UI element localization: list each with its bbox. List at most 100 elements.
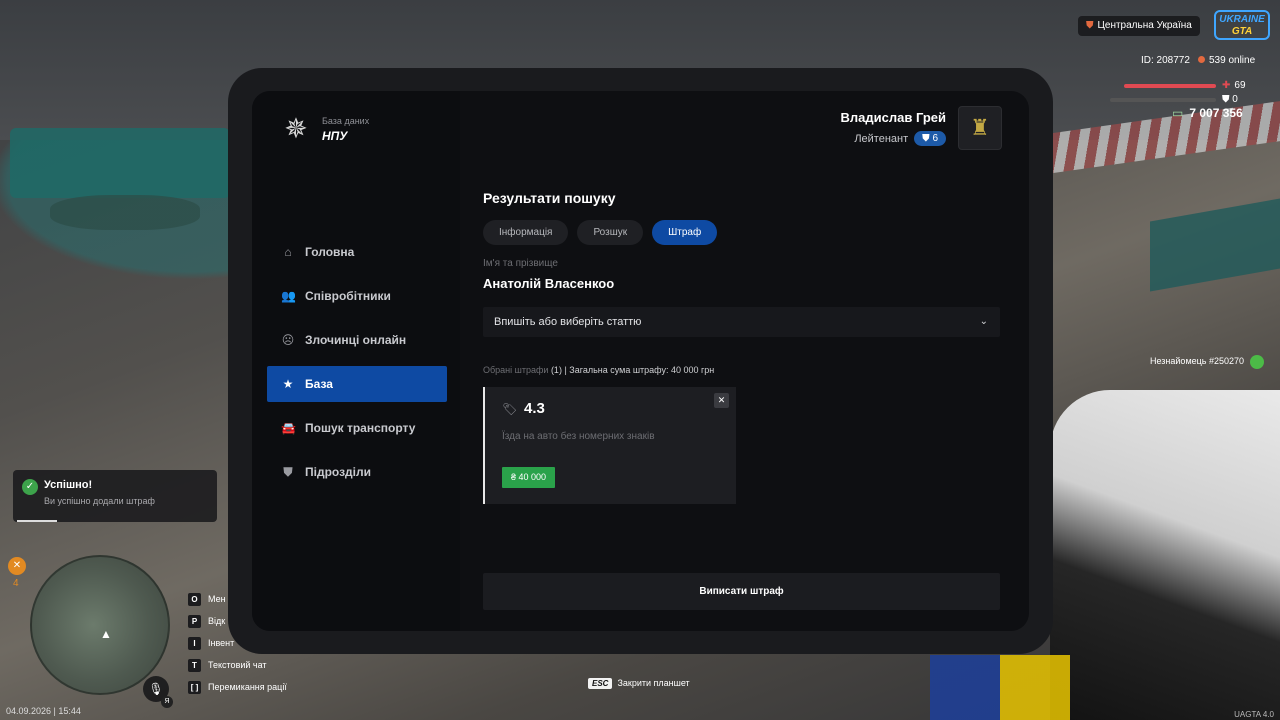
region-indicator: ⛊ Центральна Україна xyxy=(1078,16,1200,36)
people-icon: 👥 xyxy=(281,289,296,303)
sidebar-item-home[interactable]: ⌂ Головна xyxy=(267,234,447,270)
voice-active-icon xyxy=(1250,354,1265,369)
summary-count: (1) xyxy=(550,365,562,375)
logo-line2: GTA xyxy=(1231,26,1253,37)
game-logo: UKRAINE GTA xyxy=(1214,10,1270,40)
summary-prefix: Обрані штрафи xyxy=(483,365,549,375)
armor-shield-icon: ⛊ xyxy=(1222,94,1233,105)
sidebar-item-database[interactable]: ★ База xyxy=(267,366,447,402)
armor-value: ⛊ 0 xyxy=(1222,94,1238,105)
background-car-stripe xyxy=(930,655,1070,720)
background-fence xyxy=(1150,198,1280,292)
background-bench-shadow xyxy=(50,195,200,230)
health-cross-icon: ✚ xyxy=(1222,80,1231,91)
close-tablet-hint[interactable]: ESC Закрити планшет xyxy=(588,678,690,689)
tag-icon: 🏷 xyxy=(502,402,518,416)
money-value: 7 007 356 xyxy=(1189,106,1243,120)
sidebar-item-criminals[interactable]: ☹ Злочинці онлайн xyxy=(267,322,447,358)
toast-text: Ви успішно додали штраф xyxy=(44,496,155,506)
player-id: ID: 208772 xyxy=(1141,55,1190,66)
brand-title: НПУ xyxy=(322,128,348,143)
keybind-label: Відк xyxy=(208,616,226,626)
criminal-icon: ☹ xyxy=(281,333,295,347)
sidebar-item-label: Співробітники xyxy=(305,289,391,303)
esc-key-cap: ESC xyxy=(588,678,613,689)
game-version: UAGTA 4.0 xyxy=(1234,710,1274,719)
health-bar xyxy=(1124,84,1216,88)
sidebar-item-units[interactable]: ⛊ Підрозділи xyxy=(267,454,447,490)
tab-wanted[interactable]: Розшук xyxy=(577,220,644,245)
online-count: 539 online xyxy=(1198,55,1255,66)
keybind-label: Текстовий чат xyxy=(208,660,267,670)
money-icon: ▭ xyxy=(1172,106,1184,120)
hunger-value: 4 xyxy=(13,578,19,589)
key-cap: I xyxy=(188,636,201,650)
keybind-label: Інвент xyxy=(208,638,235,648)
hunger-icon: ✕ xyxy=(8,557,26,575)
check-icon: ✓ xyxy=(22,479,38,495)
tablet-screen: ✵ База даних НПУ ⌂ Головна 👥 Співробітники… xyxy=(252,91,1029,631)
player-arrow-icon: ▲ xyxy=(100,627,112,641)
minimap: ▲ xyxy=(30,555,170,695)
shield-icon: ⛊ xyxy=(283,464,293,479)
sidebar: ✵ База даних НПУ ⌂ Головна 👥 Співробітники… xyxy=(252,91,460,631)
key-cap: O xyxy=(188,592,201,606)
issue-fine-button[interactable]: Виписати штраф xyxy=(483,573,1000,610)
keybind-label: Мен xyxy=(208,594,226,604)
police-tablet: ✵ База даних НПУ ⌂ Головна 👥 Співробітники… xyxy=(228,68,1053,654)
health-number: 69 xyxy=(1234,80,1246,91)
key-cap: [ ] xyxy=(188,680,201,694)
key-cap: T xyxy=(188,658,201,672)
article-select[interactable]: Впишіть або виберіть статтю ⌄ xyxy=(483,307,1000,337)
sidebar-nav: ⌂ Головна 👥 Співробітники ☹ Злочинці онлайн… xyxy=(267,234,447,498)
result-tabs: Інформація Розшук Штраф xyxy=(483,220,726,245)
brand-subtitle: База даних xyxy=(322,115,370,126)
tab-fine[interactable]: Штраф xyxy=(652,220,718,245)
armor-number: 0 xyxy=(1232,94,1238,105)
home-icon: ⌂ xyxy=(284,245,292,259)
keybind-row: [ ] Перемикання рації xyxy=(188,676,287,698)
main-content: Результати пошуку Інформація Розшук Штра… xyxy=(483,91,1003,631)
fine-description: Їзда на авто без номерних знаків xyxy=(502,431,655,442)
chevron-down-icon: ⌄ xyxy=(979,316,988,327)
close-tablet-label: Закрити планшет xyxy=(617,678,690,688)
region-shield-icon: ⛊ xyxy=(1086,20,1094,31)
success-toast: ✓ Успішно! Ви успішно додали штраф xyxy=(13,470,217,522)
tab-information[interactable]: Інформація xyxy=(483,220,569,245)
summary-total: | Загальна сума штрафу: 40 000 грн xyxy=(564,365,715,375)
person-name: Анатолій Власенкоо xyxy=(483,276,615,291)
background-police-car xyxy=(1050,390,1280,720)
sidebar-item-label: Підрозділи xyxy=(305,465,371,479)
keybind-label: Перемикання рації xyxy=(208,682,287,692)
logo-line1: UKRAINE xyxy=(1219,14,1265,25)
money-display: ▭ 7 007 356 xyxy=(1172,106,1243,120)
sidebar-item-label: Головна xyxy=(305,245,355,259)
article-select-placeholder: Впишіть або виберіть статтю xyxy=(494,316,642,328)
fines-summary: Обрані штрафи (1) | Загальна сума штрафу… xyxy=(483,365,714,375)
nearby-player-name: Незнайомець #250270 xyxy=(1150,356,1245,366)
fine-amount-badge: ₴ 40 000 xyxy=(502,467,556,488)
sidebar-item-label: Злочинці онлайн xyxy=(305,333,407,347)
online-dot-icon xyxy=(1198,56,1205,63)
sidebar-item-staff[interactable]: 👥 Співробітники xyxy=(267,278,447,314)
mic-key-badge: Я xyxy=(161,696,173,708)
page-title: Результати пошуку xyxy=(483,190,616,206)
sidebar-item-label: Пошук транспорту xyxy=(305,421,416,435)
name-field-label: Ім'я та прізвище xyxy=(483,258,558,269)
police-emblem-icon: ✵ xyxy=(284,113,308,144)
keybind-row: T Текстовий чат xyxy=(188,654,287,676)
region-label: Центральна Україна xyxy=(1097,20,1192,31)
sidebar-item-vehicle-search[interactable]: 🚘 Пошук транспорту xyxy=(267,410,447,446)
sidebar-item-label: База xyxy=(305,377,333,391)
car-icon: 🚘 xyxy=(281,421,296,435)
background-bench xyxy=(10,128,230,198)
date-time: 04.09.2026 | 15:44 xyxy=(6,706,81,716)
nearby-player-tag: Незнайомець #250270 xyxy=(1150,352,1265,370)
toast-title: Успішно! xyxy=(44,479,93,491)
brand: ✵ База даних НПУ xyxy=(280,113,369,145)
armor-bar xyxy=(1110,98,1216,102)
toast-progress xyxy=(17,520,57,522)
health-value: ✚ 69 xyxy=(1222,80,1246,91)
remove-fine-button[interactable]: ✕ xyxy=(714,393,729,408)
key-cap: P xyxy=(188,614,201,628)
